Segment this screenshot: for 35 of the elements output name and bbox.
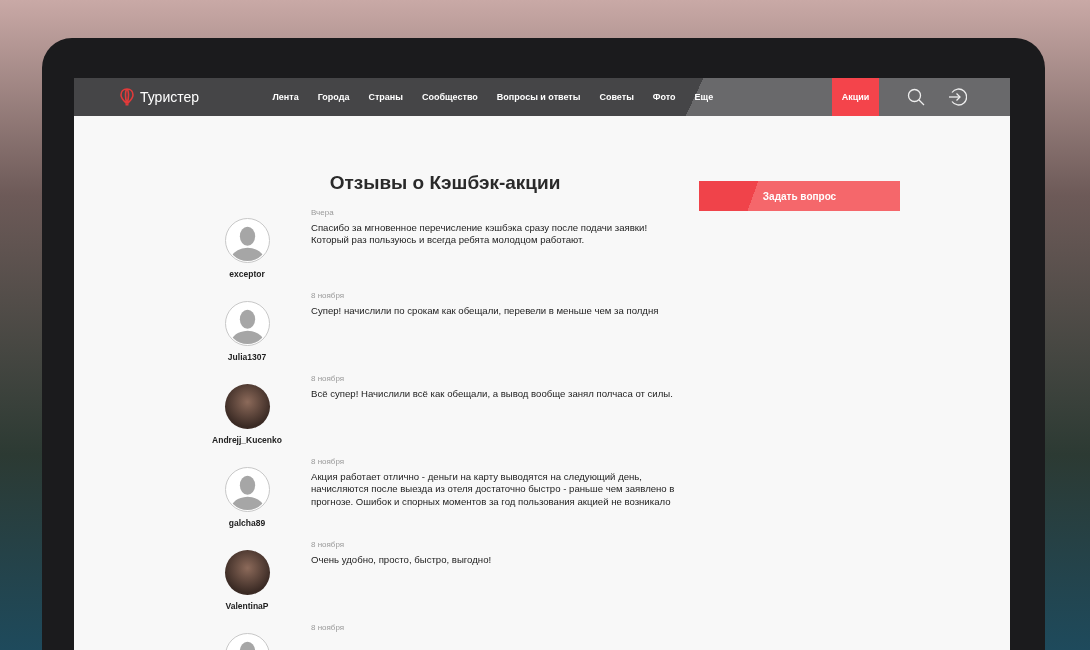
nav-link[interactable]: Советы xyxy=(589,78,644,116)
review-text: Всё супер! Начислили всё как обещали, а вывод вообще занял полчаса от силы. xyxy=(311,388,674,401)
review-date: Вчера xyxy=(311,208,335,217)
avatar-placeholder-icon xyxy=(224,467,270,512)
review-text: Супер! начислили по срокам как обещали, перевели в меньше чем за полдня xyxy=(311,305,660,318)
page-title: Отзывы о Кэшбэк-акции xyxy=(328,172,562,194)
nav-link[interactable]: Фото xyxy=(643,78,686,116)
avatar-photo-placeholder xyxy=(224,384,270,429)
avatar-placeholder-icon xyxy=(224,301,270,346)
nav-link[interactable]: Акции xyxy=(831,78,880,116)
review-date: 8 ноября xyxy=(311,623,346,632)
avatar-photo-placeholder xyxy=(224,550,270,595)
search-icon[interactable] xyxy=(907,88,926,106)
username[interactable]: galcha89 xyxy=(228,518,266,528)
username[interactable]: Julia1307 xyxy=(227,352,267,362)
avatar-placeholder-icon xyxy=(224,218,270,263)
login-icon[interactable] xyxy=(947,87,968,107)
review-text: Акция работает отлично - деньги на карту выводятся на следующий день, начисляются после выезда из отеля достаточно быстро - раньше чем заявлено в прогнозе. Ошибок и спорных моментов за год пользования акцией не возникало xyxy=(311,471,676,509)
review-text: Спасибо за мгновенное перечисление кэшбэка сразу после подачи заявки! Который раз пользуюсь и всегда ребята молодцом работают. xyxy=(311,222,649,247)
nav-link[interactable]: Лента xyxy=(263,78,309,116)
balloon-logo-icon xyxy=(120,88,134,106)
username[interactable]: ValentinaP xyxy=(225,601,269,611)
nav-link[interactable]: Вопросы и ответы xyxy=(487,78,590,116)
nav-link[interactable]: Еще xyxy=(685,78,723,116)
nav-link[interactable]: Сообщество xyxy=(412,78,488,116)
nav-link[interactable]: Города xyxy=(308,78,359,116)
review-date: 8 ноября xyxy=(311,374,346,383)
nav-link[interactable]: Страны xyxy=(358,78,413,116)
review-date: 8 ноября xyxy=(311,457,346,466)
review-date: 8 ноября xyxy=(311,291,346,300)
username[interactable]: exceptor xyxy=(229,269,265,279)
username[interactable]: Andrejj_Kucenko xyxy=(212,435,282,445)
logo-text[interactable]: Туристер xyxy=(140,89,200,105)
review-text: Очень удобно, просто, быстро, выгодно! xyxy=(311,554,493,567)
review-date: 8 ноября xyxy=(311,540,346,549)
